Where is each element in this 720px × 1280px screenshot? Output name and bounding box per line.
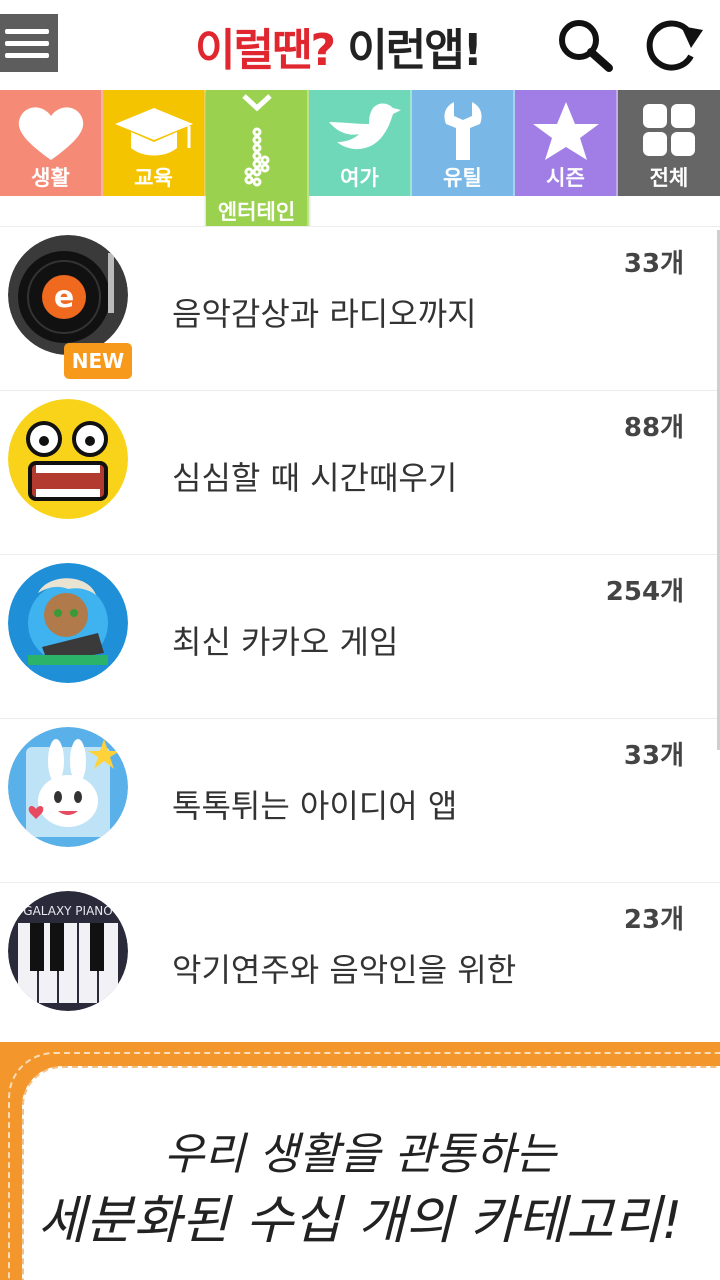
tab-life[interactable]: 생활 <box>0 90 103 196</box>
list-item-title: 심심할 때 시간때우기 <box>172 459 458 497</box>
list-item-title: 최신 카카오 게임 <box>172 623 399 661</box>
logo-part2: 이런앱! <box>333 25 483 76</box>
tab-entertainment[interactable]: 엔터테인 <box>206 90 309 230</box>
thumb-caption: GALAXY PIANO <box>23 904 112 918</box>
list-item-title: 음악감상과 라디오까지 <box>172 295 477 333</box>
banner-subheadline: 세분화된 수십 개의 카테고리! <box>37 1191 683 1251</box>
tab-season[interactable]: 시즌 <box>515 90 618 196</box>
list-item[interactable]: e NEW 음악감상과 라디오까지 33개 <box>0 226 720 390</box>
search-icon[interactable] <box>555 16 615 74</box>
logo-part1: 이럴땐 <box>195 25 312 76</box>
category-tabs: 생활 교육 엔터테인 여가 유틸 시즌 전체 <box>0 90 720 230</box>
list-item[interactable]: 톡톡튀는 아이디어 앱 33개 <box>0 718 720 882</box>
tab-label: 유틸 <box>443 166 482 190</box>
refresh-icon[interactable] <box>643 16 705 74</box>
list-item-count: 33개 <box>623 741 684 771</box>
yellow-face-icon <box>8 399 128 519</box>
tab-label: 엔터테인 <box>217 200 296 224</box>
list-item[interactable]: 최신 카카오 게임 254개 <box>0 554 720 718</box>
tab-label: 교육 <box>134 166 173 190</box>
piano-icon: GALAXY PIANO <box>8 891 128 1011</box>
tab-label: 시즌 <box>546 166 585 190</box>
hamburger-menu-icon[interactable] <box>0 14 58 72</box>
svg-text:e: e <box>54 280 74 315</box>
wrench-icon <box>412 98 513 164</box>
tab-leisure[interactable]: 여가 <box>309 90 412 196</box>
tab-all[interactable]: 전체 <box>618 90 720 196</box>
list-item[interactable]: 심심할 때 시간때우기 88개 <box>0 390 720 554</box>
turntable-icon: e <box>8 235 128 355</box>
list-item-title: 악기연주와 음악인을 위한 <box>172 951 517 989</box>
tab-utility[interactable]: 유틸 <box>412 90 515 196</box>
banner-headline: 우리 생활을 관통하는 <box>163 1129 557 1180</box>
tab-education[interactable]: 교육 <box>103 90 206 196</box>
app-logo: 이럴땐? 이런앱! <box>195 14 483 78</box>
new-badge: NEW <box>64 343 132 379</box>
list-item[interactable]: GALAXY PIANO 악기연주와 음악인을 위한 23개 <box>0 882 720 1046</box>
list-item-count: 23개 <box>623 905 684 935</box>
star-icon <box>515 98 616 164</box>
list-item-title: 톡톡튀는 아이디어 앱 <box>172 787 458 825</box>
list-item-count: 254개 <box>605 577 684 607</box>
game-character-icon <box>8 563 128 683</box>
grid-icon <box>618 98 720 164</box>
tab-label: 전체 <box>649 166 689 190</box>
list-item-count: 88개 <box>623 413 684 443</box>
rabbit-icon <box>8 727 128 847</box>
list-item-count: 33개 <box>623 249 684 279</box>
logo-question-mark: ? <box>310 25 335 76</box>
graduation-cap-icon <box>103 98 204 164</box>
app-header: 이럴땐? 이런앱! <box>0 0 720 90</box>
heart-icon <box>0 98 101 164</box>
bird-icon <box>309 98 410 164</box>
music-note-icon <box>206 126 307 192</box>
tab-label: 여가 <box>340 166 379 190</box>
tab-label: 생활 <box>31 166 70 190</box>
